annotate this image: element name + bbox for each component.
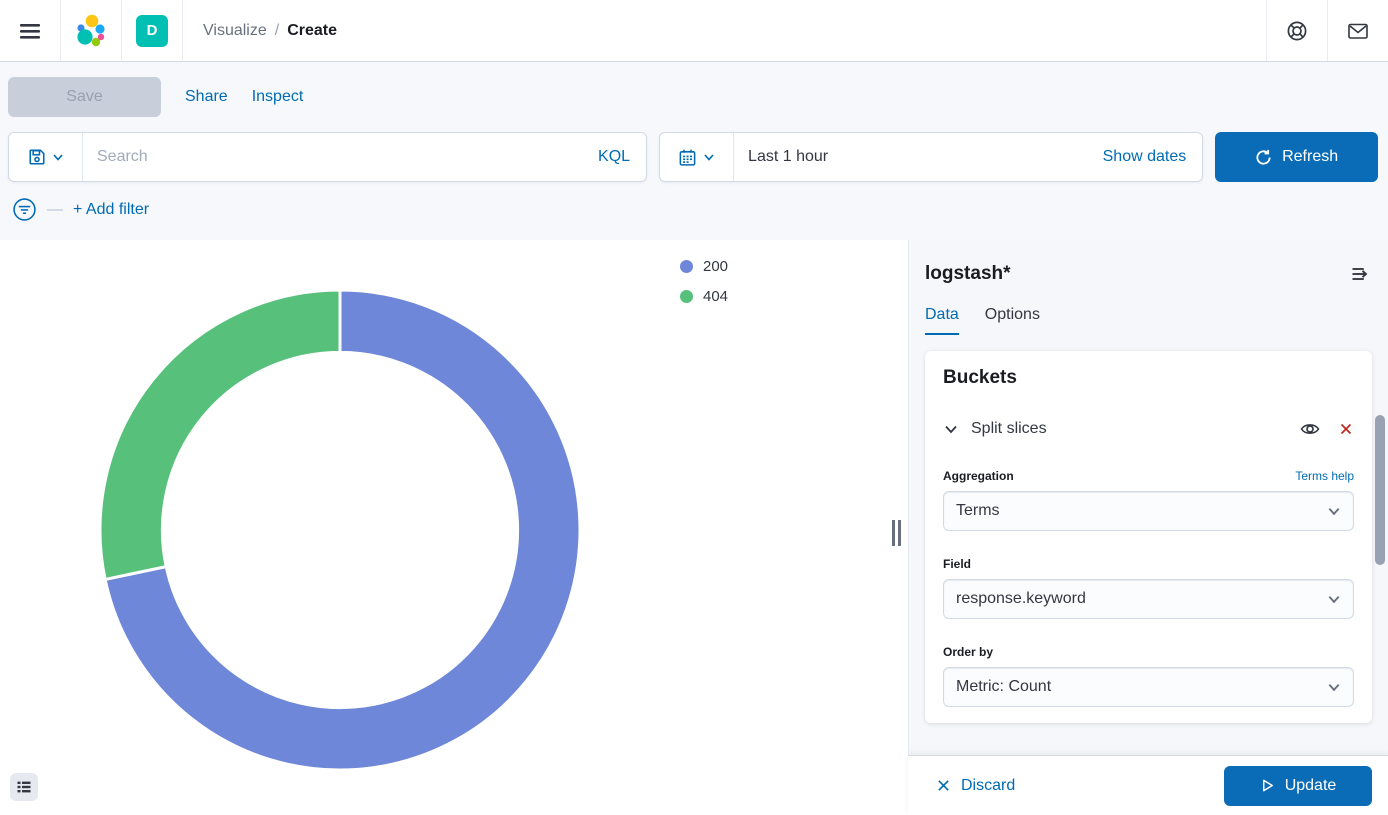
play-icon bbox=[1260, 778, 1275, 793]
remove-x-icon[interactable] bbox=[1338, 421, 1354, 437]
calendar-icon bbox=[678, 148, 697, 167]
chart-legend: 200 404 bbox=[680, 258, 728, 305]
content-region: 200 404 logstash* bbox=[0, 240, 1388, 815]
search-input[interactable] bbox=[83, 148, 582, 166]
inspect-button[interactable]: Inspect bbox=[252, 88, 304, 106]
save-button[interactable]: Save bbox=[8, 77, 161, 117]
field-select[interactable]: response.keyword bbox=[943, 579, 1354, 619]
discard-button[interactable]: Discard bbox=[936, 777, 1015, 795]
panel-resizer-handle[interactable] bbox=[886, 518, 906, 548]
field-label: Field bbox=[943, 557, 1354, 571]
aggregation-value: Terms bbox=[956, 502, 1327, 520]
legend-label: 200 bbox=[703, 258, 728, 275]
toolbar-zone: Save Share Inspect KQL bbox=[0, 63, 1388, 240]
menu-right-icon bbox=[1350, 264, 1370, 284]
date-quick-menu-button[interactable] bbox=[660, 133, 734, 181]
elastic-logo bbox=[74, 13, 108, 49]
top-header: D Visualize / Create bbox=[0, 0, 1388, 62]
split-slices-row: Split slices bbox=[943, 419, 1354, 439]
legend-toggle-button[interactable] bbox=[10, 773, 38, 801]
space-badge: D bbox=[136, 15, 168, 47]
chevron-down-icon bbox=[1327, 504, 1341, 518]
legend-label: 404 bbox=[703, 288, 728, 305]
editor-bottom-bar: Discard Update bbox=[908, 755, 1388, 815]
field-value: response.keyword bbox=[956, 590, 1327, 608]
chevron-down-icon bbox=[52, 151, 64, 163]
editor-tabs: Data Options bbox=[925, 306, 1372, 335]
hamburger-menu-button[interactable] bbox=[0, 0, 60, 61]
split-slices-label[interactable]: Split slices bbox=[971, 420, 1300, 438]
buckets-card: Buckets Split slices bbox=[925, 351, 1372, 723]
hamburger-icon bbox=[18, 19, 42, 43]
elastic-home-button[interactable] bbox=[61, 0, 121, 61]
aggregation-label: Aggregation bbox=[943, 469, 1014, 483]
chevron-down-icon bbox=[1327, 592, 1341, 606]
aggregation-select[interactable]: Terms bbox=[943, 491, 1354, 531]
chevron-down-icon bbox=[1327, 680, 1341, 694]
update-button[interactable]: Update bbox=[1224, 766, 1372, 806]
add-filter-button[interactable]: + Add filter bbox=[73, 201, 149, 219]
refresh-icon bbox=[1255, 149, 1272, 166]
query-bar: KQL bbox=[8, 132, 647, 182]
aggregation-label-row: Aggregation Terms help bbox=[943, 469, 1354, 483]
newsfeed-button[interactable] bbox=[1328, 0, 1388, 61]
eye-icon[interactable] bbox=[1300, 419, 1320, 439]
donut-chart[interactable] bbox=[0, 240, 908, 815]
saved-query-icon bbox=[28, 148, 46, 166]
query-row: KQL bbox=[8, 132, 1378, 182]
help-icon bbox=[1286, 20, 1308, 42]
discard-label: Discard bbox=[961, 777, 1015, 795]
mail-icon bbox=[1346, 20, 1370, 42]
kql-language-button[interactable]: KQL bbox=[582, 148, 646, 166]
index-pattern-title: logstash* bbox=[925, 263, 1011, 285]
space-selector-button[interactable]: D bbox=[122, 0, 182, 61]
time-picker: Last 1 hour Show dates bbox=[659, 132, 1203, 182]
close-icon bbox=[936, 778, 951, 793]
visualization-chart-area: 200 404 bbox=[0, 240, 908, 815]
refresh-button[interactable]: Refresh bbox=[1215, 132, 1378, 182]
help-menu-button[interactable] bbox=[1267, 0, 1327, 61]
kibana-visualize-create-page: D Visualize / Create bbox=[0, 0, 1388, 815]
buckets-heading: Buckets bbox=[943, 367, 1354, 389]
update-label: Update bbox=[1285, 777, 1337, 795]
list-icon bbox=[15, 778, 33, 796]
header-divider bbox=[182, 0, 183, 61]
show-dates-button[interactable]: Show dates bbox=[1103, 148, 1203, 166]
tab-options[interactable]: Options bbox=[985, 306, 1040, 335]
collapse-panel-button[interactable] bbox=[1348, 262, 1372, 286]
legend-item-404[interactable]: 404 bbox=[680, 288, 728, 305]
chevron-down-icon[interactable] bbox=[943, 421, 959, 437]
breadcrumb-section[interactable]: Visualize bbox=[203, 22, 267, 40]
donut-slice-404[interactable] bbox=[100, 290, 340, 579]
legend-swatch-404 bbox=[680, 290, 693, 303]
breadcrumb-current: Create bbox=[287, 22, 337, 40]
order-by-select[interactable]: Metric: Count bbox=[943, 667, 1354, 707]
legend-swatch-200 bbox=[680, 260, 693, 273]
tab-data[interactable]: Data bbox=[925, 306, 959, 335]
breadcrumb: Visualize / Create bbox=[203, 22, 337, 40]
chevron-down-icon bbox=[703, 151, 715, 163]
terms-help-link[interactable]: Terms help bbox=[1295, 469, 1354, 483]
vis-actions-row: Save Share Inspect bbox=[8, 77, 303, 117]
order-by-label: Order by bbox=[943, 645, 1354, 659]
time-range-value[interactable]: Last 1 hour bbox=[734, 148, 828, 166]
filter-dash bbox=[47, 209, 63, 211]
refresh-label: Refresh bbox=[1282, 148, 1338, 166]
panel-scrollbar-thumb[interactable] bbox=[1375, 415, 1385, 565]
filter-bar: + Add filter bbox=[12, 197, 149, 222]
saved-query-menu-button[interactable] bbox=[9, 133, 83, 181]
breadcrumb-separator: / bbox=[275, 22, 279, 40]
order-by-value: Metric: Count bbox=[956, 678, 1327, 696]
filter-icon[interactable] bbox=[12, 197, 37, 222]
legend-item-200[interactable]: 200 bbox=[680, 258, 728, 275]
share-button[interactable]: Share bbox=[185, 88, 228, 106]
vis-editor-panel: logstash* Data Options B bbox=[908, 240, 1388, 815]
